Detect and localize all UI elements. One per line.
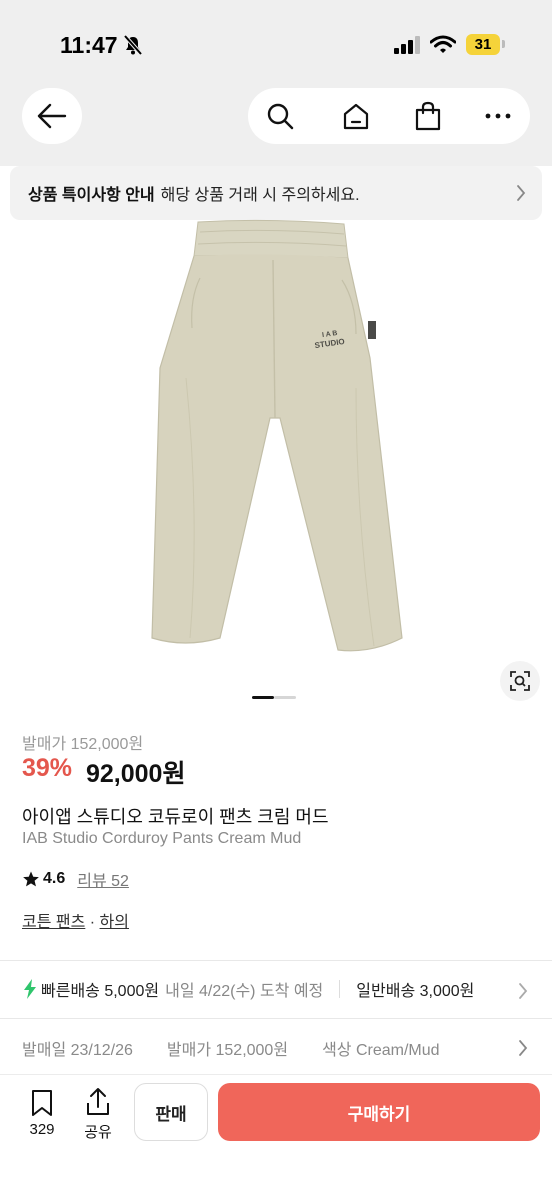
wifi-icon — [430, 35, 456, 53]
normal-shipping-label: 일반배송 3,000원 — [356, 983, 475, 1000]
search-button[interactable] — [252, 88, 308, 144]
search-icon — [267, 103, 294, 130]
discount-rate: 39% — [22, 754, 73, 782]
rating-value: 4.6 — [43, 870, 66, 887]
nav-actions — [248, 88, 530, 144]
wish-button[interactable]: 329 — [22, 1089, 62, 1138]
home-icon — [343, 103, 369, 130]
arrow-left-icon — [37, 103, 67, 129]
status-time: 11:47 — [60, 32, 118, 58]
share-label: 공유 — [84, 1124, 112, 1141]
shipping-separator — [339, 980, 341, 998]
bottom-action-bar: 329 공유 판매 구매하기 — [0, 1074, 552, 1200]
notice-title: 상품 특이사항 안내 — [28, 187, 155, 204]
color-info: 색상 Cream/Mud — [322, 1042, 440, 1059]
meta-row[interactable]: 발매일 23/12/26 발매가 152,000원 색상 Cream/Mud — [22, 1036, 440, 1060]
chevron-right-icon — [517, 185, 526, 201]
star-icon — [23, 871, 39, 887]
shopping-bag-icon — [415, 101, 441, 131]
category-row: 코튼 팬츠 · 하의 — [22, 908, 129, 932]
carousel-dot — [274, 696, 296, 699]
share-icon — [87, 1088, 109, 1115]
battery-cap — [502, 40, 505, 48]
carousel-dots — [252, 696, 296, 699]
image-search-button[interactable] — [500, 661, 540, 701]
shipping-row[interactable]: 빠른배송 5,000원 내일 4/22(수) 도착 예정 일반배송 3,000원 — [22, 977, 552, 1001]
share-button[interactable]: 공유 — [78, 1087, 118, 1142]
product-title-ko: 아이앱 스튜디오 코듀로이 팬츠 크림 머드 — [22, 807, 329, 827]
buy-button[interactable]: 구매하기 — [218, 1083, 540, 1141]
chevron-right-icon — [519, 1040, 528, 1056]
sell-button[interactable]: 판매 — [134, 1083, 208, 1141]
original-price: 발매가 152,000원 — [22, 736, 144, 753]
review-link[interactable]: 리뷰 52 — [77, 867, 129, 891]
lens-search-icon — [510, 671, 530, 691]
lightning-icon — [24, 979, 36, 999]
category-link[interactable]: 코튼 팬츠 — [22, 914, 85, 931]
notice-banner[interactable]: 상품 특이사항 안내 해당 상품 거래 시 주의하세요. — [10, 166, 542, 220]
divider — [0, 960, 552, 961]
carousel-dot-active — [252, 696, 274, 699]
status-bar: 11:47 31 — [0, 0, 552, 88]
battery-indicator: 31 — [466, 34, 500, 55]
top-nav — [0, 88, 552, 166]
notice-text: 해당 상품 거래 시 주의하세요. — [160, 187, 360, 204]
category-separator: · — [85, 914, 100, 931]
release-date: 발매일 23/12/26 — [22, 1042, 133, 1059]
home-button[interactable] — [328, 88, 384, 144]
rating-row: 4.6 리뷰 52 — [22, 867, 129, 891]
bell-off-icon — [123, 34, 143, 56]
subcategory-link[interactable]: 하의 — [100, 914, 129, 931]
more-icon — [485, 113, 511, 119]
fast-shipping-date: 내일 4/22(수) 도착 예정 — [165, 983, 324, 1000]
signal-icon — [394, 36, 420, 54]
sale-price: 92,000원 — [86, 760, 186, 788]
product-title-en: IAB Studio Corduroy Pants Cream Mud — [22, 830, 302, 847]
chevron-right-icon — [519, 983, 528, 999]
divider — [0, 1018, 552, 1019]
wish-count: 329 — [29, 1121, 55, 1138]
back-button[interactable] — [22, 88, 82, 144]
more-button[interactable] — [470, 88, 526, 144]
release-price: 발매가 152,000원 — [166, 1042, 289, 1059]
product-image[interactable]: I A B STUDIO — [130, 218, 420, 664]
fast-shipping-label: 빠른배송 5,000원 — [41, 983, 160, 1000]
bookmark-icon — [32, 1090, 52, 1116]
bag-button[interactable] — [400, 88, 456, 144]
